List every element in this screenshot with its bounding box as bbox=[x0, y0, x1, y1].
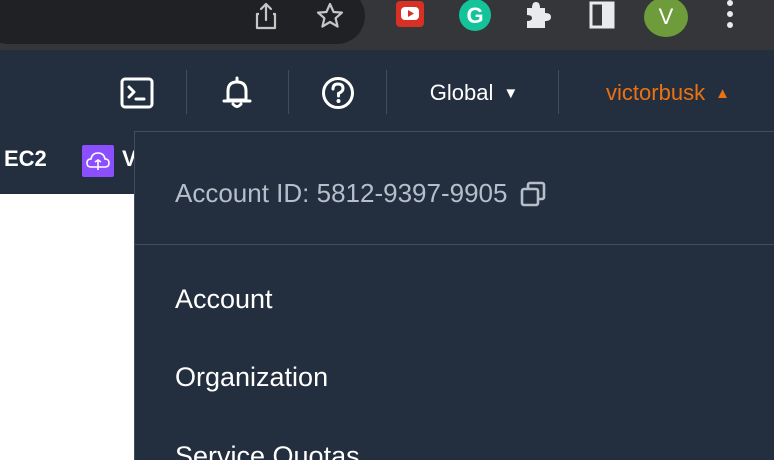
menu-item-account[interactable]: Account bbox=[175, 284, 273, 315]
star-icon[interactable] bbox=[314, 0, 346, 32]
address-bar[interactable] bbox=[0, 0, 365, 44]
profile-avatar[interactable]: V bbox=[644, 0, 688, 37]
profile-initial: V bbox=[658, 4, 674, 29]
notifications-button[interactable] bbox=[216, 74, 258, 112]
more-vertical-icon[interactable] bbox=[718, 0, 742, 30]
help-button[interactable] bbox=[316, 74, 360, 112]
nav-divider bbox=[288, 70, 289, 114]
svg-text:G: G bbox=[466, 3, 483, 28]
aws-top-navigation: Global ▼ victorbusk ▲ bbox=[0, 50, 774, 132]
nav-divider bbox=[558, 70, 559, 114]
bell-icon bbox=[222, 76, 252, 108]
side-panel-icon[interactable] bbox=[588, 0, 616, 30]
browser-toolbar: G V bbox=[0, 0, 774, 50]
account-id-row: Account ID: 5812-9397-9905 bbox=[175, 178, 547, 209]
region-selector[interactable]: Global ▼ bbox=[414, 74, 534, 112]
nav-divider bbox=[186, 70, 187, 114]
help-icon bbox=[322, 77, 354, 109]
account-dropdown-menu: Account ID: 5812-9397-9905 Account Organ… bbox=[134, 131, 774, 471]
grammarly-extension-icon[interactable]: G bbox=[458, 0, 492, 34]
copy-icon[interactable] bbox=[519, 180, 547, 208]
nav-divider bbox=[386, 70, 387, 114]
page-content bbox=[0, 194, 134, 460]
caret-up-icon: ▲ bbox=[715, 84, 730, 102]
cloudshell-icon bbox=[120, 77, 154, 109]
extensions-puzzle-icon[interactable] bbox=[522, 0, 554, 32]
account-id: Account ID: 5812-9397-9905 bbox=[175, 178, 508, 208]
youtube-extension-icon[interactable] bbox=[394, 0, 426, 30]
account-name: victorbusk bbox=[606, 80, 706, 105]
menu-item-service-quotas[interactable]: Service Quotas bbox=[175, 441, 360, 472]
menu-item-organization[interactable]: Organization bbox=[175, 362, 328, 393]
cloudshell-button[interactable] bbox=[116, 75, 158, 111]
vpc-service-icon[interactable] bbox=[82, 145, 114, 177]
dropdown-divider bbox=[135, 244, 774, 245]
caret-down-icon: ▼ bbox=[503, 84, 519, 102]
favorite-ec2[interactable]: EC2 bbox=[4, 146, 47, 172]
account-menu-button[interactable]: victorbusk ▲ bbox=[588, 74, 748, 112]
share-icon[interactable] bbox=[252, 0, 280, 32]
region-label: Global bbox=[429, 80, 494, 105]
